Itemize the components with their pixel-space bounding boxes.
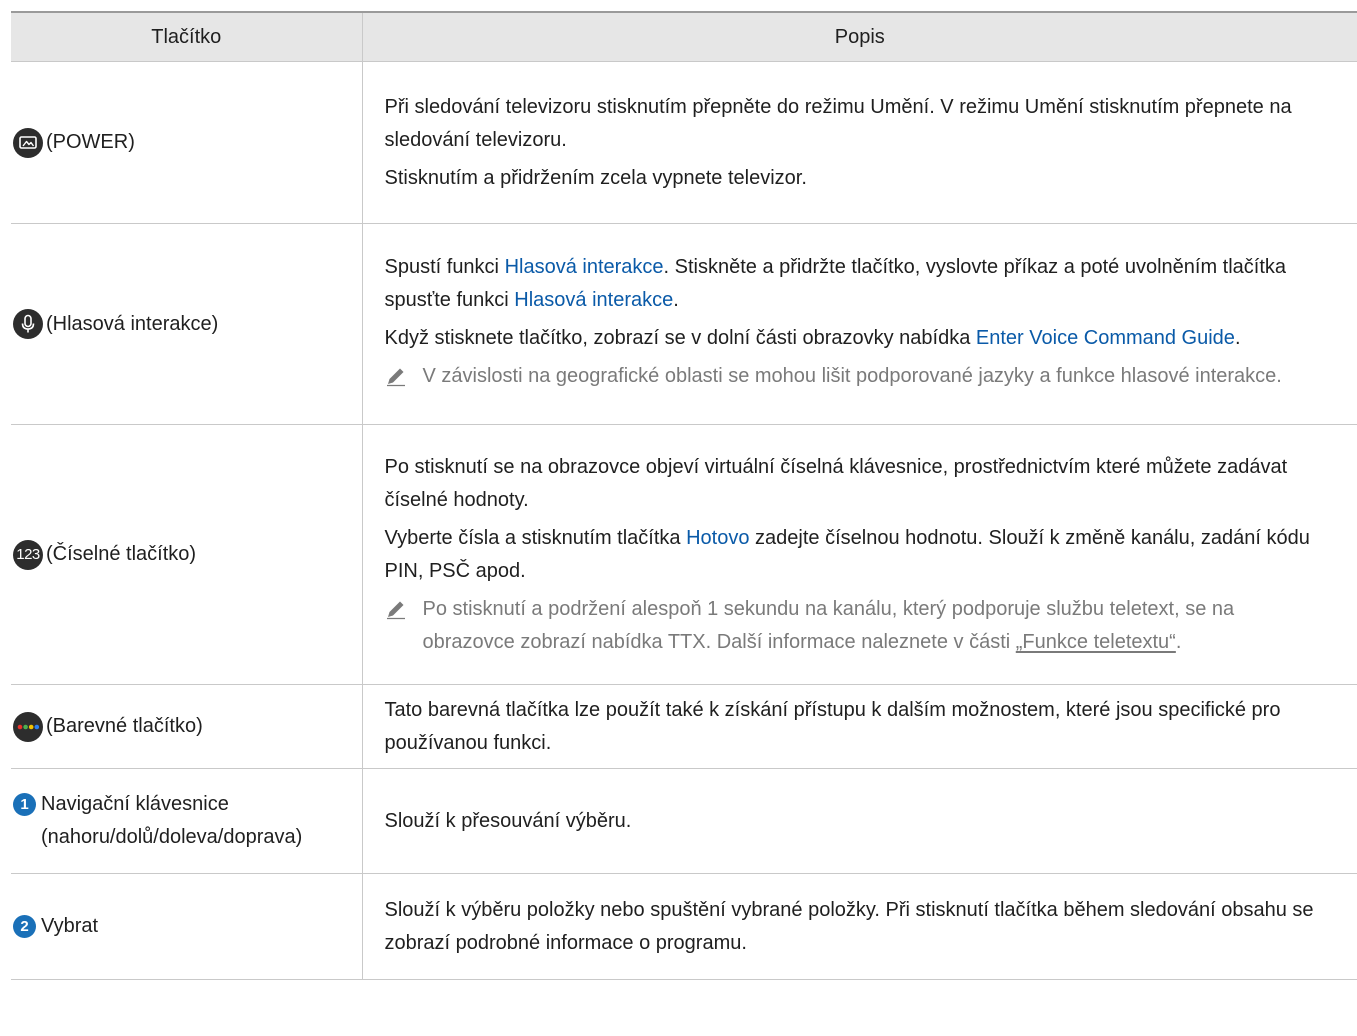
text-run: . (1234, 326, 1241, 349)
table-row: 123 (Číselné tlačítko) Po stisknutí se n… (11, 424, 1357, 685)
number-marker-2: 2 (13, 915, 36, 938)
description-cell: Slouží k přesouvání výběru. (362, 768, 1357, 874)
note: Po stisknutí a podržení alespoň 1 sekund… (385, 593, 1328, 659)
key-cell: (Barevné tlačítko) (11, 684, 363, 769)
voice-interaction-link[interactable]: Hlasová interakce (505, 256, 664, 278)
description-cell: Při sledování televizoru stisknutím přep… (362, 61, 1357, 224)
table-row: (Barevné tlačítko) Tato barevná tlačítka… (11, 684, 1357, 769)
key-cell: 1 Navigační klávesnice (nahoru/dolů/dole… (11, 768, 363, 874)
description-text: Po stisknutí se na obrazovce objeví virt… (384, 455, 1288, 511)
text-run: . (1175, 630, 1182, 653)
color-dots-icon (13, 711, 43, 742)
description-cell: Spustí funkci Hlasová interakce. Stiskně… (362, 223, 1357, 425)
note: V závislosti na geografické oblasti se m… (385, 360, 1328, 398)
table-row: (POWER) Při sledování televizoru stisknu… (11, 61, 1357, 224)
page: Tlačítko Popis (POWER) Při sledování tel… (0, 0, 1357, 1036)
key-cell: (Hlasová interakce) (11, 223, 363, 425)
description-text: Když stisknete tlačítko, zobrazí se v do… (385, 322, 1328, 355)
key-cell: (POWER) (11, 61, 363, 224)
description-text: Slouží k přesouvání výběru. (384, 809, 632, 832)
remote-buttons-table: Tlačítko Popis (POWER) Při sledování tel… (11, 11, 1357, 980)
text-run: . (673, 288, 679, 311)
voice-interaction-link[interactable]: Hlasová interakce (514, 289, 673, 311)
header-key: Tlačítko (11, 11, 363, 62)
description-cell: Slouží k výběru položky nebo spuštění vy… (362, 873, 1357, 980)
table-row: 1 Navigační klávesnice (nahoru/dolů/dole… (11, 768, 1357, 874)
description-text: Vyberte čísla a stisknutím tlačítka Hoto… (385, 522, 1328, 588)
table-row: 2 Vybrat Slouží k výběru položky nebo sp… (11, 873, 1357, 980)
description-text: Při sledování televizoru stisknutím přep… (384, 95, 1292, 151)
key-label: (Číselné tlačítko) (46, 543, 197, 565)
table-row: (Hlasová interakce) Spustí funkci Hlasov… (11, 223, 1357, 425)
numeric-123-icon: 123 (13, 539, 43, 570)
key-cell: 123 (Číselné tlačítko) (11, 424, 363, 685)
microphone-icon (13, 309, 43, 339)
text-run: Vyberte čísla a stisknutím tlačítka (384, 526, 687, 549)
pencil-note-icon (385, 598, 407, 659)
key-label: (Barevné tlačítko) (46, 715, 203, 737)
table-header-row: Tlačítko Popis (11, 11, 1357, 62)
note-text: V závislosti na geografické oblasti se m… (422, 364, 1282, 387)
teletext-functions-link[interactable]: „Funkce teletextu“ (1016, 631, 1176, 653)
description-text: Slouží k výběru položky nebo spuštění vy… (384, 898, 1314, 954)
key-label: (Hlasová interakce) (46, 312, 219, 335)
text-run: Když stisknete tlačítko, zobrazí se v do… (384, 326, 976, 349)
description-text: Stisknutím a přidržením zcela vypnete te… (384, 166, 807, 189)
description-text: Tato barevná tlačítka lze použít také k … (384, 698, 1281, 754)
description-text: Spustí funkci Hlasová interakce. Stiskně… (385, 251, 1328, 317)
voice-command-guide-link[interactable]: Enter Voice Command Guide (976, 327, 1235, 349)
description-cell: Tato barevná tlačítka lze použít také k … (362, 684, 1357, 769)
number-marker-1: 1 (13, 793, 36, 816)
header-description: Popis (362, 11, 1357, 62)
note-text: Po stisknutí a podržení alespoň 1 sekund… (423, 593, 1328, 659)
description-cell: Po stisknutí se na obrazovce objeví virt… (362, 424, 1357, 685)
key-cell: 2 Vybrat (11, 873, 363, 980)
key-label: Navigační klávesnice (nahoru/dolů/doleva… (41, 793, 303, 848)
key-label: Vybrat (41, 915, 99, 937)
text-run: Spustí funkci (384, 255, 505, 278)
pencil-note-icon (385, 365, 407, 398)
key-label: (POWER) (46, 131, 135, 153)
art-mode-power-icon (13, 127, 43, 158)
done-link[interactable]: Hotovo (686, 527, 749, 549)
